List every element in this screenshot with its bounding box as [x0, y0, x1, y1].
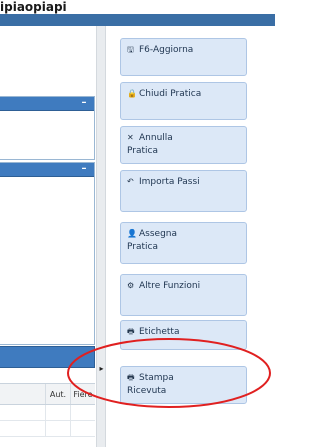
- panel-header: –: [0, 97, 94, 111]
- button-label: F6-Aggiorna: [139, 45, 194, 55]
- user-icon: 👤: [127, 229, 137, 238]
- annotation-highlight: [67, 338, 271, 408]
- gear-icon: ⚙: [127, 281, 135, 290]
- table-cell: [0, 405, 45, 420]
- altre-funzioni-button[interactable]: ⚙ Altre Funzioni: [120, 274, 247, 316]
- importa-passi-button[interactable]: ↶ Importa Passi: [120, 170, 247, 212]
- table-row[interactable]: [0, 421, 95, 437]
- lock-icon: 🔒: [127, 89, 137, 98]
- panel-header: –: [0, 163, 94, 177]
- f6-aggiorna-button[interactable]: 🖫 F6-Aggiorna: [120, 38, 247, 76]
- table-cell: [70, 421, 95, 436]
- table-cell: [0, 421, 45, 436]
- save-icon: 🖫: [127, 45, 134, 54]
- page-title: ipiaopiapi: [0, 0, 67, 14]
- table-cell: [45, 421, 70, 436]
- button-label: Importa Passi: [139, 177, 200, 187]
- annulla-pratica-button[interactable]: ✕ Annulla Pratica: [120, 126, 247, 164]
- collapse-icon[interactable]: –: [78, 164, 90, 175]
- button-label: Altre Funzioni: [139, 281, 201, 291]
- app-window: ipiaopiapi – – Aut. Fiere ▸ 🖫 F6-Aggiorn…: [0, 0, 275, 447]
- content-panel-2: –: [0, 162, 95, 345]
- chiudi-pratica-button[interactable]: 🔒 Chiudi Pratica: [120, 82, 247, 120]
- close-icon: ✕: [127, 133, 134, 142]
- assegna-pratica-button[interactable]: 👤 Assegna Pratica: [120, 222, 247, 264]
- top-header-bar: [0, 14, 275, 26]
- undo-icon: ↶: [127, 177, 134, 186]
- button-label: Chiudi Pratica: [139, 89, 202, 99]
- collapse-icon[interactable]: –: [78, 98, 90, 109]
- content-panel-1: –: [0, 96, 95, 160]
- column-header-blank[interactable]: [0, 384, 45, 404]
